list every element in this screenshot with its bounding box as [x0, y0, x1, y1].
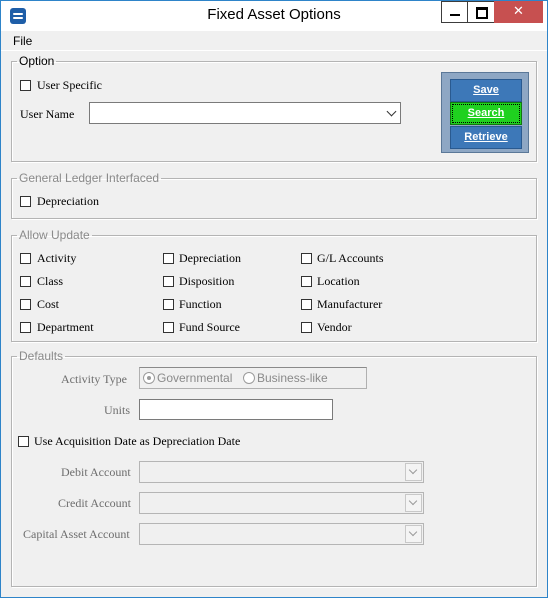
chevron-down-icon [408, 527, 418, 537]
update-department-checkbox[interactable] [20, 322, 31, 333]
option-legend: Option [19, 54, 55, 68]
close-icon: ✕ [513, 4, 524, 19]
update-function-label: Function [179, 297, 222, 311]
save-button[interactable]: Save [450, 79, 522, 102]
maximize-button[interactable] [467, 1, 495, 23]
capital-asset-account-label: Capital Asset Account [23, 527, 130, 541]
minimize-button[interactable] [441, 1, 468, 23]
update-depreciation-label: Depreciation [179, 251, 241, 265]
menu-bar: File [1, 31, 547, 51]
gl-depreciation-label: Depreciation [37, 194, 99, 208]
units-label: Units [104, 403, 131, 417]
allow-update-legend: Allow Update [19, 228, 90, 242]
capital-dropdown-button[interactable] [405, 525, 422, 543]
update-class-label: Class [37, 274, 64, 288]
update-depreciation-checkbox[interactable] [163, 253, 174, 264]
update-class-checkbox[interactable] [20, 276, 31, 287]
update-fund-source-label: Fund Source [179, 320, 240, 334]
update-cost-label: Cost [37, 297, 60, 311]
business-like-label: Business-like [257, 371, 328, 385]
menu-file[interactable]: File [13, 34, 32, 48]
user-specific-label: User Specific [37, 78, 102, 92]
credit-account-select[interactable] [139, 492, 424, 514]
governmental-label: Governmental [157, 371, 233, 385]
update-manufacturer-checkbox[interactable] [301, 299, 312, 310]
action-button-panel: Save Search Retrieve [441, 72, 529, 153]
use-acquisition-date-label: Use Acquisition Date as Depreciation Dat… [34, 434, 241, 448]
maximize-icon [476, 7, 488, 19]
title-bar: Fixed Asset Options ✕ [1, 1, 547, 31]
units-input[interactable] [139, 399, 333, 420]
update-gl-accounts-checkbox[interactable] [301, 253, 312, 264]
business-like-radio[interactable] [243, 372, 255, 384]
update-disposition-checkbox[interactable] [163, 276, 174, 287]
update-vendor-label: Vendor [317, 320, 352, 334]
update-function-checkbox[interactable] [163, 299, 174, 310]
chevron-down-icon [408, 496, 418, 506]
defaults-legend: Defaults [19, 349, 64, 363]
governmental-radio[interactable] [143, 372, 155, 384]
user-name-select[interactable] [89, 102, 401, 124]
close-button[interactable]: ✕ [494, 1, 543, 23]
credit-account-label: Credit Account [58, 496, 131, 510]
update-vendor-checkbox[interactable] [301, 322, 312, 333]
update-department-label: Department [37, 320, 94, 334]
gl-depreciation-checkbox[interactable] [20, 196, 31, 207]
capital-asset-account-select[interactable] [139, 523, 424, 545]
chevron-down-icon [386, 106, 397, 117]
update-location-checkbox[interactable] [301, 276, 312, 287]
gl-interfaced-legend: General Ledger Interfaced [19, 171, 160, 185]
debit-account-select[interactable] [139, 461, 424, 483]
fixed-asset-options-window: Fixed Asset Options ✕ File Option User S… [0, 0, 548, 598]
search-button[interactable]: Search [450, 102, 522, 125]
user-specific-checkbox[interactable] [20, 80, 31, 91]
chevron-down-icon [408, 465, 418, 475]
retrieve-button[interactable]: Retrieve [450, 126, 522, 149]
activity-type-radio-group: Governmental Business-like [139, 367, 367, 389]
use-acquisition-date-checkbox[interactable] [18, 436, 29, 447]
activity-type-label: Activity Type [61, 372, 127, 386]
user-name-label: User Name [20, 107, 75, 121]
minimize-icon [450, 14, 460, 16]
update-fund-source-checkbox[interactable] [163, 322, 174, 333]
update-cost-checkbox[interactable] [20, 299, 31, 310]
debit-dropdown-button[interactable] [405, 463, 422, 481]
update-location-label: Location [317, 274, 360, 288]
update-disposition-label: Disposition [179, 274, 235, 288]
update-activity-checkbox[interactable] [20, 253, 31, 264]
update-activity-label: Activity [37, 251, 77, 265]
credit-dropdown-button[interactable] [405, 494, 422, 512]
update-gl-accounts-label: G/L Accounts [317, 251, 384, 265]
update-manufacturer-label: Manufacturer [317, 297, 383, 311]
debit-account-label: Debit Account [61, 465, 131, 479]
